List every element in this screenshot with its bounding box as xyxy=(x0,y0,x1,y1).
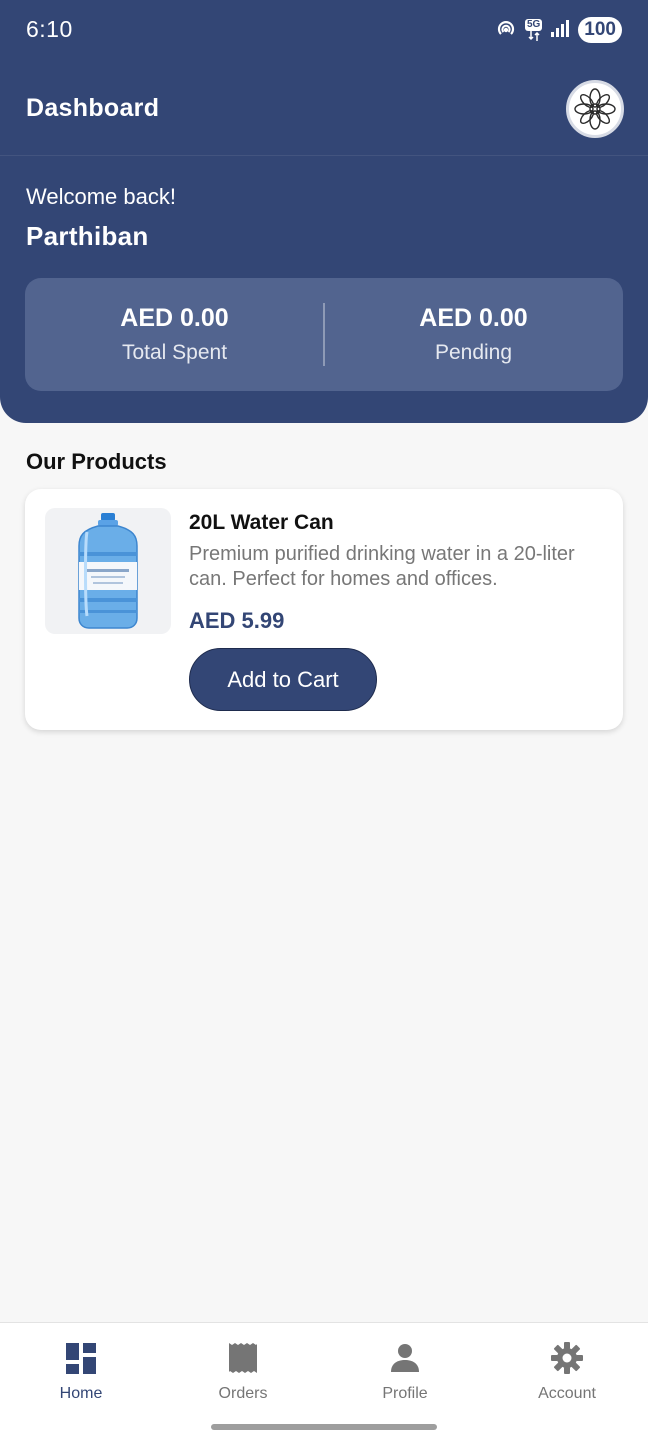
page-title: Dashboard xyxy=(26,94,160,122)
section-title: Our Products xyxy=(26,449,167,474)
stat-total-spent: AED 0.00 Total Spent xyxy=(25,278,324,391)
network-5g-icon: 5G xyxy=(524,19,543,41)
gear-icon xyxy=(551,1342,583,1374)
bottom-nav: Home Orders Profile Account xyxy=(0,1322,648,1440)
welcome-text: Welcome back! xyxy=(26,184,176,209)
home-indicator[interactable] xyxy=(211,1424,437,1430)
product-image xyxy=(45,508,171,634)
person-icon xyxy=(391,1344,419,1372)
product-description: Premium purified drinking water in a 20-… xyxy=(189,543,575,590)
product-price: AED 5.99 xyxy=(189,608,285,633)
signal-icon xyxy=(550,18,570,43)
stats-card: AED 0.00 Total Spent AED 0.00 Pending xyxy=(25,278,623,391)
nav-item-orders[interactable]: Orders xyxy=(162,1323,324,1419)
username: Parthiban xyxy=(26,221,149,251)
nav-item-profile[interactable]: Profile xyxy=(324,1323,486,1419)
stat-value: AED 0.00 xyxy=(419,304,528,332)
nav-item-account[interactable]: Account xyxy=(486,1323,648,1419)
battery-indicator: 100 xyxy=(578,17,622,43)
stat-label: Total Spent xyxy=(121,341,228,364)
add-to-cart-button[interactable]: Add to Cart xyxy=(189,648,377,711)
dashboard-icon xyxy=(66,1343,96,1374)
nav-label: Orders xyxy=(218,1385,268,1402)
stat-value: AED 0.00 xyxy=(120,304,229,332)
ornament-logo-icon xyxy=(574,88,616,130)
nav-label: Profile xyxy=(382,1385,428,1402)
stat-label: Pending xyxy=(434,341,513,364)
status-time: 6:10 xyxy=(26,16,73,42)
nav-label: Account xyxy=(538,1385,596,1402)
hotspot-icon xyxy=(495,17,517,44)
water-can-image xyxy=(78,513,138,629)
nav-item-home[interactable]: Home xyxy=(0,1323,162,1419)
logo-avatar[interactable] xyxy=(566,80,624,138)
app-bar: Dashboard xyxy=(0,62,648,156)
header-panel: 6:10 5G 100 Dashboard Welcome back! Part… xyxy=(0,0,648,423)
stat-pending: AED 0.00 Pending xyxy=(324,278,623,391)
product-name: 20L Water Can xyxy=(189,511,334,534)
receipt-icon xyxy=(229,1343,257,1373)
status-icons: 5G 100 xyxy=(495,15,622,45)
nav-label: Home xyxy=(59,1385,103,1402)
status-bar: 6:10 5G 100 xyxy=(0,0,648,60)
product-card[interactable]: 20L Water Can Premium purified drinking … xyxy=(25,489,623,730)
